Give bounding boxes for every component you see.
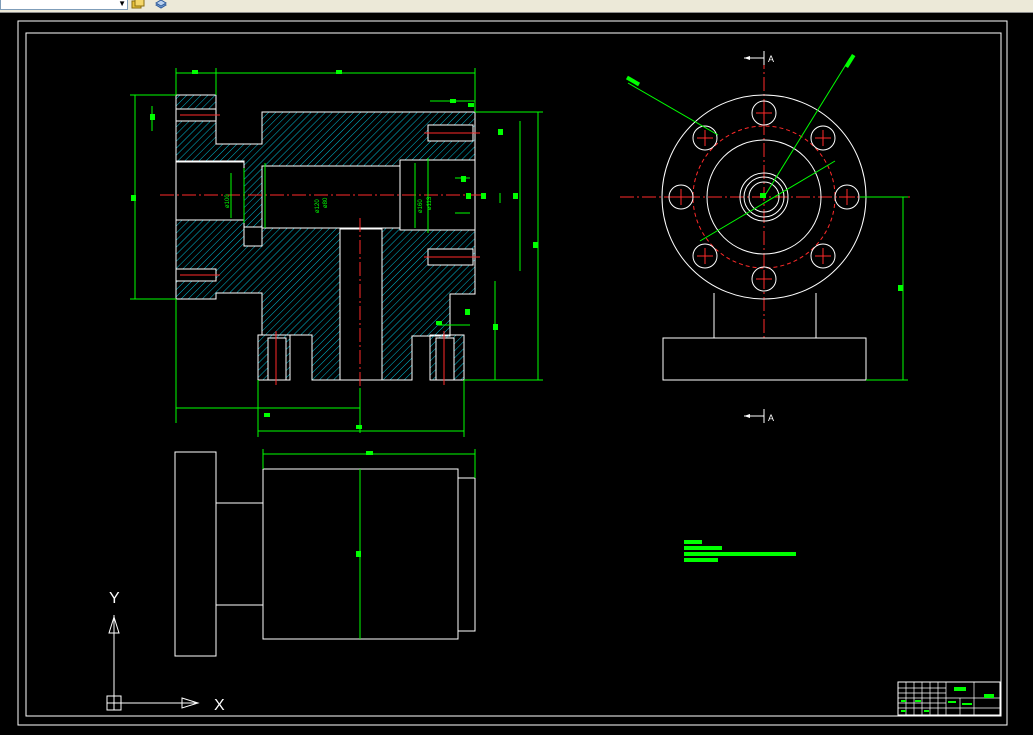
- drawing-canvas[interactable]: ø100 ø120 ø80 ø160 ø113 A A Y X: [0, 13, 1033, 735]
- top-view: [174, 451, 476, 657]
- section-view: [160, 94, 485, 388]
- toolbar: ▼: [0, 0, 1033, 13]
- technical-notes: [684, 540, 796, 562]
- ucs-label-x: X: [214, 697, 225, 714]
- section-marker-bottom: A: [744, 409, 774, 423]
- layer-properties-icon[interactable]: [154, 0, 168, 10]
- outer-border: [17, 20, 1008, 726]
- dim-label-2: ø120: [315, 199, 321, 213]
- layer-dropdown[interactable]: ▼: [0, 0, 128, 10]
- section-marker-top: A: [744, 51, 774, 65]
- section-label-top: A: [768, 54, 774, 64]
- top-view-dimensions: [262, 449, 476, 639]
- section-label-bottom: A: [768, 413, 774, 423]
- ucs-icon: Y X: [106, 590, 225, 714]
- top-view-dimension-ticks: [356, 451, 373, 557]
- ucs-label-y: Y: [109, 590, 120, 607]
- chevron-down-icon[interactable]: ▼: [118, 0, 126, 8]
- dim-label-4: ø160: [418, 199, 424, 213]
- flange-dimensions: [627, 57, 908, 381]
- dim-label-1: ø100: [225, 194, 231, 208]
- dim-label-5: ø113: [427, 196, 433, 210]
- layer-state-icon[interactable]: [131, 0, 145, 10]
- dim-label-3: ø80: [323, 197, 329, 208]
- inner-border: [25, 32, 1002, 717]
- title-block: [897, 681, 1001, 716]
